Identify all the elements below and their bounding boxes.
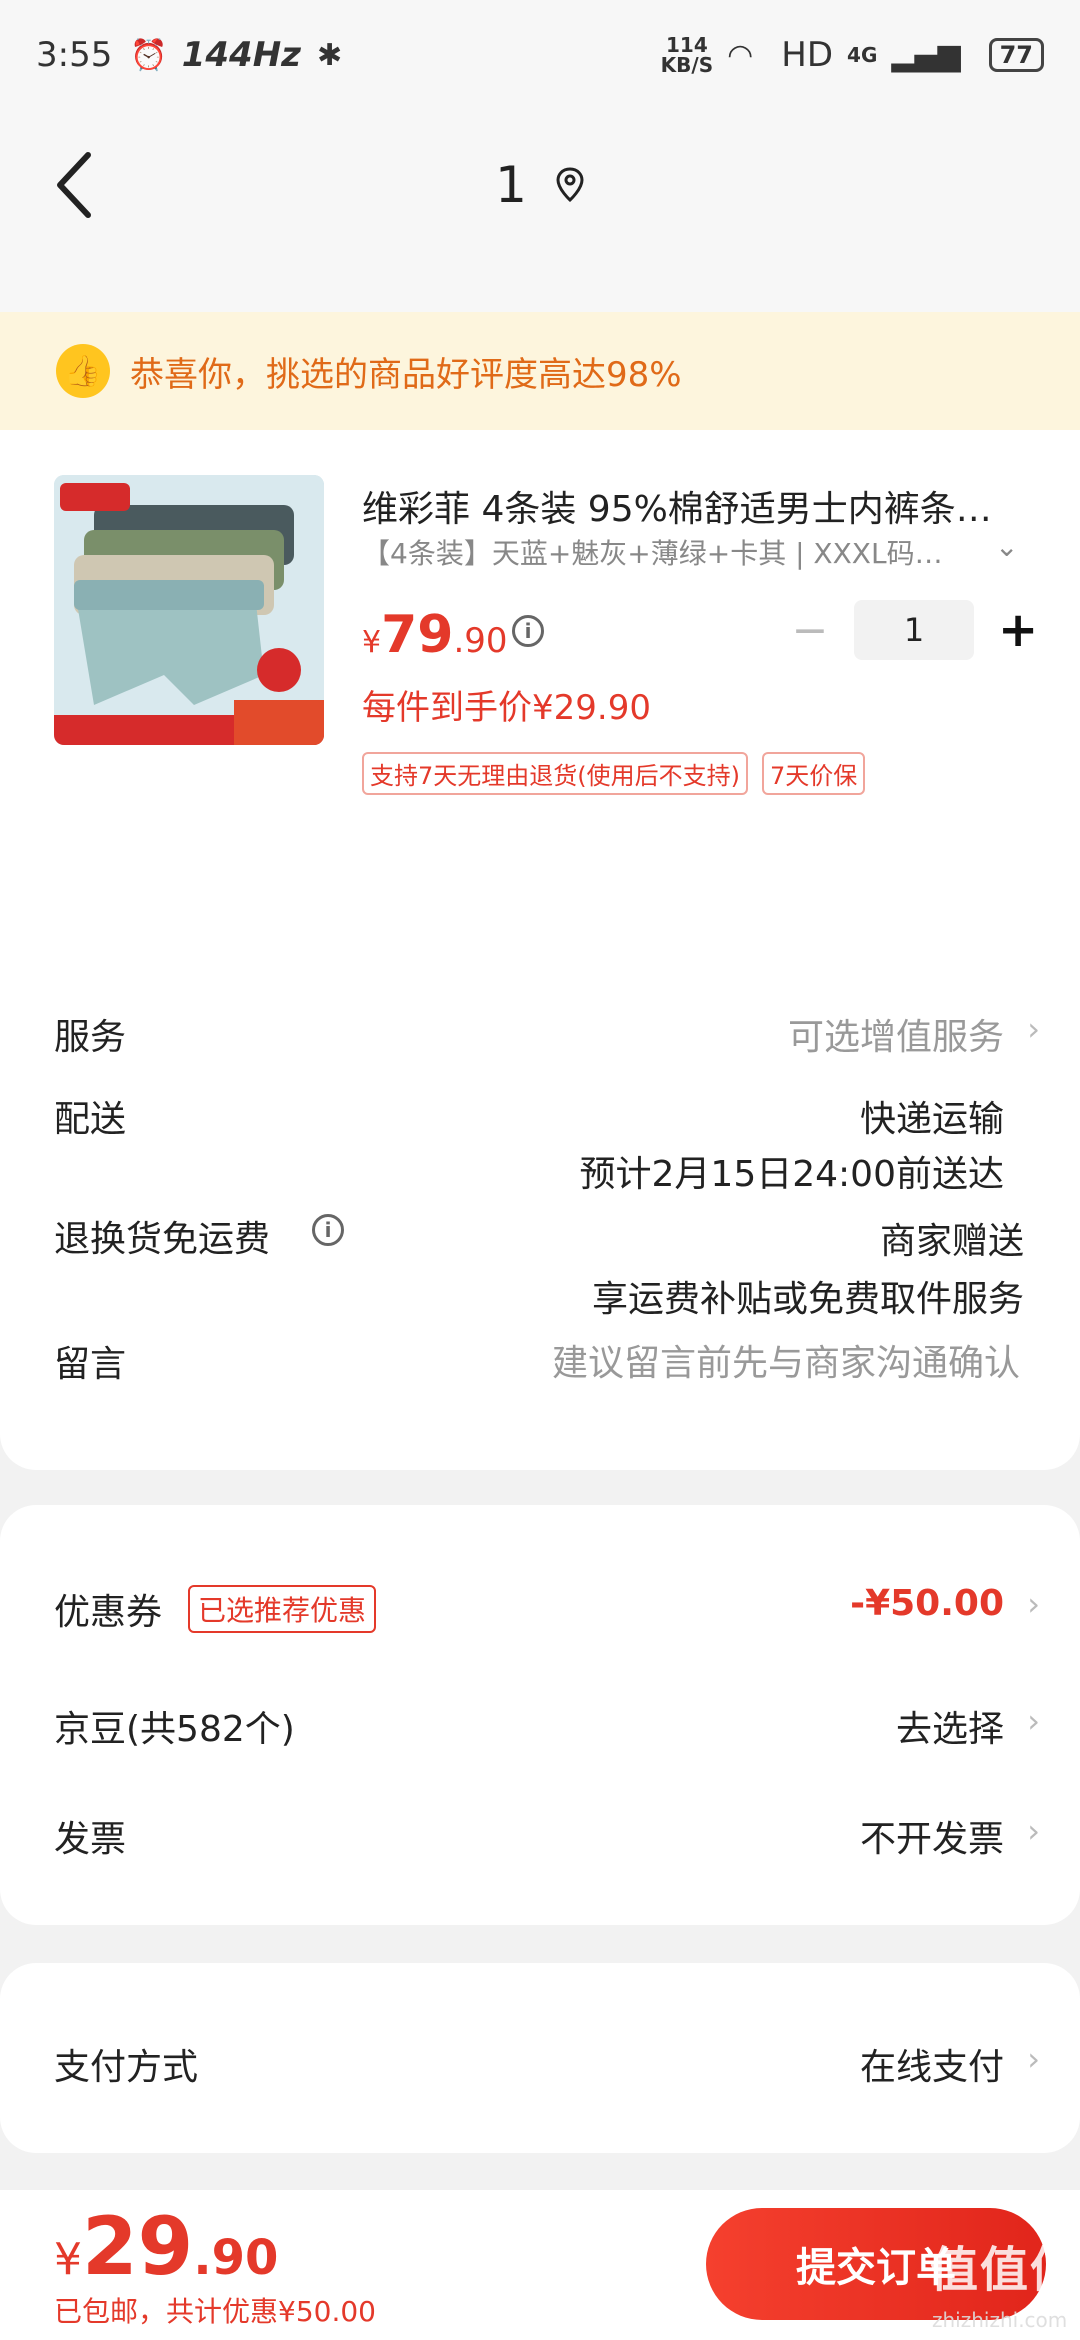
discounts-card: 优惠券 已选推荐优惠 -¥50.00 › 京豆(共582个) 去选择 › 发票 … (0, 1505, 1080, 1925)
payment-label: 支付方式 (54, 2047, 199, 2088)
decrease-button[interactable]: − (790, 605, 830, 656)
chevron-right-icon[interactable]: › (1027, 2040, 1040, 2078)
delivery-eta: 预计2月15日24:00前送达 (579, 1154, 1004, 1195)
coupon-label: 优惠券 (54, 1592, 163, 1633)
total-subtext: 已包邮，共计优惠¥50.00 (54, 2295, 376, 2328)
page-title: 1 (495, 156, 527, 214)
chevron-right-icon[interactable]: › (1027, 1010, 1040, 1048)
invoice-value[interactable]: 不开发票 (860, 1810, 1004, 1862)
checkout-bar: ¥29.90 已包邮，共计优惠¥50.00 提交订单 (0, 2190, 1080, 2340)
quantity-input[interactable]: 1 (854, 600, 974, 660)
delivery-method[interactable]: 快递运输 (860, 1090, 1004, 1142)
status-bar: 3:55 ⏰ 144Hz ✱ 114 KB/S ◠ HD 4G ▂▄▆ 77 (0, 0, 1080, 110)
invoice-label: 发票 (54, 1819, 127, 1860)
location-pin-icon[interactable] (555, 167, 585, 203)
refresh-rate: 144Hz (181, 35, 301, 75)
delivery-label: 配送 (54, 1099, 127, 1140)
return-value: 商家赠送 (879, 1221, 1024, 1262)
thumbs-up-icon: 👍 (56, 344, 110, 398)
jingdou-label: 京豆(共582个) (54, 1709, 295, 1750)
service-value[interactable]: 可选增值服务 (788, 1008, 1004, 1060)
signal-icon: ▂▄▆ (891, 37, 961, 73)
service-tags: 支持7天无理由退货(使用后不支持) 7天价保 (362, 752, 866, 795)
wifi-icon: ◠ (727, 37, 754, 73)
payment-card: 支付方式 在线支付 › (0, 1963, 1080, 2153)
return-info-icon[interactable]: i (312, 1214, 344, 1246)
status-time: 3:55 (36, 35, 113, 75)
total-price: ¥29.90 (54, 2200, 279, 2293)
chevron-right-icon[interactable]: › (1027, 1702, 1040, 1740)
increase-button[interactable]: + (998, 602, 1038, 658)
product-price: ¥79.90 (362, 605, 508, 665)
return-policy-tag: 支持7天无理由退货(使用后不支持) (362, 752, 748, 795)
return-desc: 享运费补贴或免费取件服务 (591, 1279, 1024, 1320)
net-speed: 114 KB/S (660, 33, 714, 77)
price-protect-tag: 7天价保 (762, 752, 866, 795)
order-card: 维彩菲 4条装 95%棉舒适男士内裤条… 【4条装】天蓝+魅灰+薄绿+卡其 | … (0, 430, 1080, 1470)
service-label: 服务 (54, 1017, 127, 1058)
watermark-site: zhizhizhi.com (932, 2308, 1068, 2332)
return-label: 退换货免运费 (54, 1219, 271, 1260)
chevron-right-icon[interactable]: › (1027, 1812, 1040, 1850)
product-image[interactable] (54, 475, 324, 745)
unit-price: 每件到手价¥29.90 (362, 688, 651, 728)
network-type: 4G (847, 43, 878, 67)
top-nav: 1 (0, 110, 1080, 260)
message-label: 留言 (54, 1344, 127, 1385)
product-title[interactable]: 维彩菲 4条装 95%棉舒适男士内裤条… (362, 480, 992, 532)
coupon-value[interactable]: -¥50.00 (850, 1583, 1004, 1624)
battery-level: 77 (988, 38, 1044, 72)
alarm-icon: ⏰ (130, 37, 168, 73)
back-icon[interactable] (50, 150, 100, 220)
chevron-right-icon[interactable]: › (1027, 1585, 1040, 1623)
price-info-icon[interactable]: i (512, 615, 544, 647)
payment-value[interactable]: 在线支付 (860, 2038, 1004, 2090)
coupon-tag: 已选推荐优惠 (188, 1585, 377, 1633)
quantity-stepper: − 1 + (790, 600, 1038, 660)
jingdou-value[interactable]: 去选择 (896, 1700, 1004, 1752)
hd-label: HD (781, 35, 834, 75)
praise-text: 恭喜你，挑选的商品好评度高达98% (130, 354, 682, 395)
chevron-down-icon[interactable]: ⌄ (995, 530, 1018, 563)
watermark: 值值值 (930, 2242, 1080, 2298)
product-spec[interactable]: 【4条装】天蓝+魅灰+薄绿+卡其 | XXXL码… (362, 532, 943, 572)
message-input[interactable]: 建议留言前先与商家沟通确认 (552, 1334, 1020, 1386)
bluetooth-icon: ✱ (316, 37, 343, 73)
praise-banner: 👍 恭喜你，挑选的商品好评度高达98% (0, 312, 1080, 430)
